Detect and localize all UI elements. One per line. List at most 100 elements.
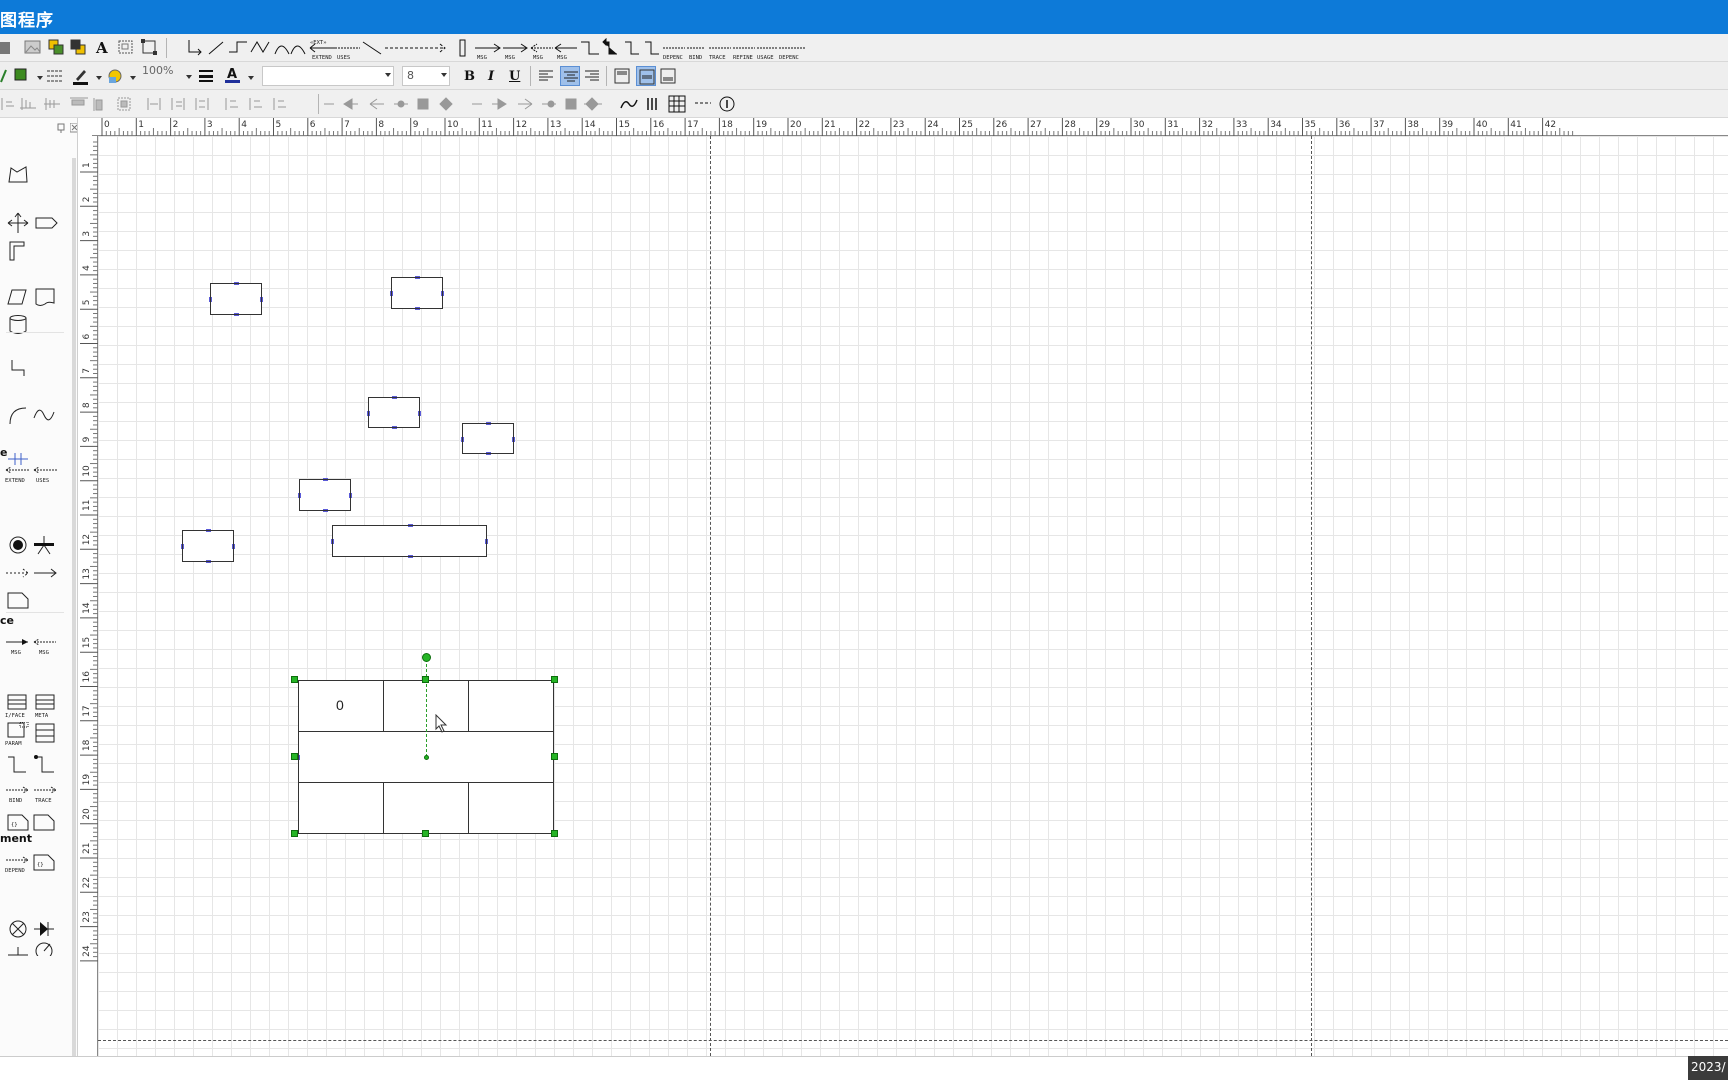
font-size-select[interactable]: 8	[402, 66, 450, 86]
document-shape-icon[interactable]	[34, 286, 58, 308]
msg-sync-icon[interactable]: MSG	[4, 634, 32, 660]
gauge-icon[interactable]	[32, 940, 56, 962]
rotate-handle[interactable]	[422, 653, 431, 662]
connection-port	[486, 422, 491, 425]
arc-icon[interactable]	[6, 404, 30, 426]
uses-connector-icon[interactable]: USES	[32, 462, 60, 486]
connector-tools-strip[interactable]: «EXT» EXTEND USES MSG MSG MSG MSG DEPENC…	[185, 38, 825, 62]
trace-connector-icon[interactable]: TRACE	[32, 782, 60, 808]
resize-handle[interactable]	[422, 676, 429, 683]
crossed-circle-icon[interactable]	[6, 918, 30, 940]
columns-icon[interactable]	[645, 96, 661, 112]
dashed-arrow-icon[interactable]	[4, 562, 32, 584]
msg-return-icon[interactable]: MSG	[32, 634, 60, 660]
font-color-icon[interactable]: A	[224, 66, 242, 84]
move-arrows-icon[interactable]	[6, 212, 30, 234]
chevron-down-icon[interactable]	[37, 76, 43, 80]
rectangle-shape[interactable]	[461, 422, 515, 455]
fill-color-icon[interactable]	[14, 68, 28, 82]
solid-arrow-icon[interactable]	[32, 562, 60, 584]
bind-connector-icon[interactable]: BIND	[4, 782, 32, 808]
polygon-shape-icon[interactable]	[6, 164, 30, 186]
diode-icon[interactable]	[32, 918, 56, 940]
sine-curve-icon[interactable]	[32, 404, 56, 426]
status-bar	[0, 1056, 1728, 1080]
valign-bottom-icon[interactable]	[660, 68, 676, 84]
bring-front-icon[interactable]	[48, 38, 66, 56]
rectangle-shape[interactable]	[181, 529, 235, 563]
note-shape-icon[interactable]	[6, 590, 30, 612]
resize-handle[interactable]	[422, 830, 429, 837]
interface-shape-icon[interactable]: I/FACE	[4, 694, 32, 720]
ungroup-icon[interactable]	[140, 38, 158, 56]
ruler-horizontal[interactable]: 0 1 2 3 4 5 6 7 8 9 10 11 12 13 14 15 16 17 18 19 20 21 22 23 24…	[92, 118, 1728, 136]
italic-button[interactable]: I	[488, 69, 494, 84]
rectangle-shape[interactable]	[209, 282, 263, 316]
rectangle-shape[interactable]	[390, 276, 444, 310]
extend-connector-icon[interactable]: EXTEND	[4, 462, 32, 486]
group-icon[interactable]	[117, 38, 135, 56]
font-family-select[interactable]	[262, 66, 394, 86]
line-weight-icon[interactable]	[198, 68, 214, 84]
rectangle-shape[interactable]	[331, 524, 488, 558]
line-style-icon[interactable]	[46, 68, 64, 84]
rectangle-shape[interactable]	[367, 396, 421, 429]
connection-port	[367, 410, 370, 416]
line-ends-strip[interactable]	[322, 94, 612, 114]
delete-icon[interactable]	[0, 40, 12, 56]
alignment-tools-strip[interactable]	[0, 94, 300, 114]
chevron-down-icon[interactable]	[248, 76, 254, 80]
artifact-shape-icon[interactable]: {}	[6, 812, 30, 834]
ruler-number: 22	[82, 877, 92, 888]
pentagon-arrow-icon[interactable]	[34, 212, 58, 234]
ground-icon[interactable]	[6, 944, 30, 966]
rectangle-shape[interactable]	[298, 478, 352, 512]
close-icon[interactable]	[70, 123, 77, 133]
param-shape-icon[interactable]: PARAM	[4, 721, 32, 748]
zoom-select[interactable]: 100%	[138, 64, 194, 85]
connector-label: EXTEND	[312, 55, 332, 61]
text-tool-icon[interactable]: A	[95, 38, 111, 56]
fork-node-icon[interactable]	[32, 534, 56, 556]
elbow-connector-icon[interactable]	[6, 358, 30, 380]
align-left-icon[interactable]	[538, 68, 554, 84]
align-center-button[interactable]	[560, 66, 580, 86]
line-color-icon[interactable]	[0, 68, 8, 84]
ruler-vertical[interactable]: 1 2 3 4 5 6 7 8 9 10 11 12 13 14 15 16 17 18 19 20 21 22 23 24	[80, 136, 98, 1056]
resize-handle[interactable]	[291, 830, 298, 837]
info-icon[interactable]	[718, 95, 736, 113]
chevron-down-icon[interactable]	[96, 76, 102, 80]
meta-shape-icon[interactable]: META	[32, 694, 60, 720]
dashed-line-icon[interactable]	[694, 98, 712, 108]
drawing-canvas[interactable]: 0	[98, 136, 1728, 1056]
step-connector-filled-icon[interactable]	[32, 754, 56, 776]
palette-scrollbar[interactable]	[72, 158, 76, 1056]
chevron-down-icon[interactable]	[130, 76, 136, 80]
valign-top-icon[interactable]	[614, 68, 630, 84]
package-shape-icon[interactable]	[32, 722, 60, 748]
send-back-icon[interactable]	[70, 38, 88, 56]
resize-handle[interactable]	[291, 753, 298, 760]
final-state-icon[interactable]	[6, 534, 30, 556]
table-cell-text[interactable]: 0	[336, 697, 344, 713]
pen-color-icon[interactable]	[72, 67, 90, 85]
resize-handle[interactable]	[551, 830, 558, 837]
valign-middle-button[interactable]	[636, 66, 656, 86]
image-icon[interactable]	[24, 38, 42, 56]
resize-handle[interactable]	[551, 676, 558, 683]
align-right-icon[interactable]	[584, 68, 600, 84]
component-shape-icon[interactable]: {}	[32, 852, 56, 874]
parallelogram-icon[interactable]	[6, 286, 30, 308]
resize-handle[interactable]	[551, 753, 558, 760]
grid-icon[interactable]	[668, 95, 686, 113]
bold-button[interactable]: B	[464, 69, 475, 84]
step-connector-icon[interactable]	[6, 754, 30, 776]
bent-arrow-icon[interactable]	[6, 240, 30, 262]
pin-icon[interactable]	[56, 123, 66, 133]
depend-connector-icon[interactable]: DEPEND	[4, 852, 32, 878]
underline-button[interactable]: U	[509, 69, 520, 84]
resize-handle[interactable]	[291, 676, 298, 683]
shadow-color-icon[interactable]	[106, 67, 124, 85]
note-corner-icon[interactable]	[32, 812, 56, 834]
curve-line-icon[interactable]	[620, 96, 638, 112]
